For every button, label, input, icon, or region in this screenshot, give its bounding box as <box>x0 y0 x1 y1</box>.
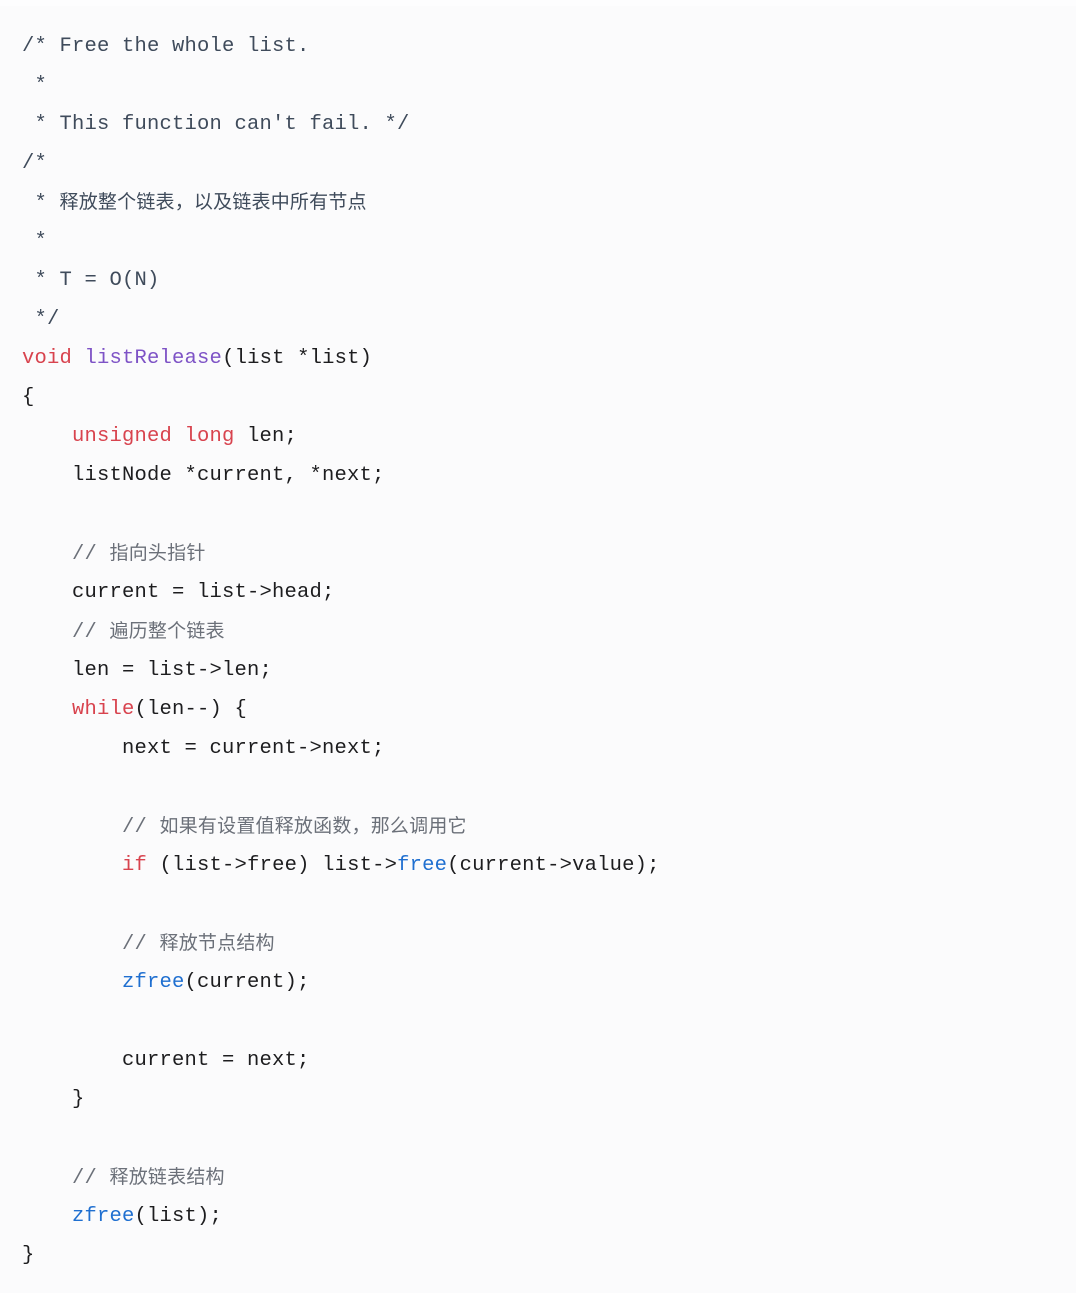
code-token-plain: (len--) { <box>134 698 248 721</box>
code-token-linecomment: 指向头指针 <box>109 542 206 564</box>
code-token-keyword: unsigned long <box>72 425 235 448</box>
code-line: // 遍历整个链表 <box>22 612 1076 651</box>
code-line: // 指向头指针 <box>22 534 1076 573</box>
code-line: */ <box>22 300 1076 339</box>
code-token-blockcomment: * T = O(N) <box>22 269 160 292</box>
code-token-blockcomment: * <box>22 192 60 215</box>
code-line: ​ <box>22 1119 1076 1158</box>
code-token-plain: current = list->head; <box>22 581 335 604</box>
code-token-linecomment: 遍历整个链表 <box>109 620 225 642</box>
code-token-linecomment: // <box>22 1167 110 1190</box>
code-token-linecomment: 释放节点结构 <box>159 932 275 954</box>
code-line: len = list->len; <box>22 651 1076 690</box>
code-token-plain: (list->free) list-> <box>147 854 398 877</box>
code-line: * <box>22 66 1076 105</box>
code-line: zfree(current); <box>22 963 1076 1002</box>
code-line: ​ <box>22 495 1076 534</box>
code-line: // 释放节点结构 <box>22 924 1076 963</box>
code-token-keyword: while <box>72 698 135 721</box>
code-token-plain: } <box>22 1088 85 1111</box>
code-line: current = next; <box>22 1041 1076 1080</box>
top-edge-band <box>0 0 1076 6</box>
code-line: // 如果有设置值释放函数，那么调用它 <box>22 807 1076 846</box>
code-token-plain: (current); <box>184 971 310 994</box>
code-line: /* <box>22 144 1076 183</box>
code-line: ​ <box>22 768 1076 807</box>
code-token-function: listRelease <box>84 347 223 370</box>
code-line: zfree(list); <box>22 1197 1076 1236</box>
code-token-linecomment: 如果有设置值释放函数，那么调用它 <box>159 815 467 837</box>
code-token-plain: len; <box>234 425 298 448</box>
code-line: { <box>22 378 1076 417</box>
code-line: * <box>22 222 1076 261</box>
code-token-linecomment: // <box>22 543 110 566</box>
code-token-blockcomment: /* Free the whole list. <box>22 35 310 58</box>
code-line: * 释放整个链表，以及链表中所有节点 <box>22 183 1076 222</box>
code-token-call: zfree <box>72 1205 135 1228</box>
code-line: if (list->free) list->free(current->valu… <box>22 846 1076 885</box>
code-line: current = list->head; <box>22 573 1076 612</box>
code-line: next = current->next; <box>22 729 1076 768</box>
code-line: listNode *current, *next; <box>22 456 1076 495</box>
code-line: /* Free the whole list. <box>22 27 1076 66</box>
code-token-plain: (list *list) <box>222 347 373 370</box>
code-token-blockcomment: * <box>22 230 48 253</box>
code-line: while(len--) { <box>22 690 1076 729</box>
code-line: ​ <box>22 1002 1076 1041</box>
code-block[interactable]: /* Free the whole list. * * This functio… <box>0 13 1076 1275</box>
code-token-plain: current = next; <box>22 1049 310 1072</box>
code-token-blockcomment: */ <box>22 308 60 331</box>
code-token-plain: (current->value); <box>447 854 660 877</box>
code-token-linecomment: 释放链表结构 <box>109 1166 225 1188</box>
code-line: unsigned long len; <box>22 417 1076 456</box>
code-token-plain: { <box>22 386 35 409</box>
code-line: * This function can't fail. */ <box>22 105 1076 144</box>
code-token-blockcomment: 释放整个链表，以及链表中所有节点 <box>59 191 367 213</box>
code-line: ​ <box>22 885 1076 924</box>
code-token-plain: next = current->next; <box>22 737 385 760</box>
code-token-plain: (list); <box>134 1205 223 1228</box>
code-token-call: free <box>397 854 448 877</box>
code-line: * T = O(N) <box>22 261 1076 300</box>
code-token-plain: } <box>22 1244 35 1267</box>
code-token-linecomment: // <box>22 621 110 644</box>
code-token-plain: listNode *current, *next; <box>22 464 385 487</box>
code-line: } <box>22 1236 1076 1275</box>
code-token-blockcomment: * This function can't fail. */ <box>22 113 410 136</box>
code-token-keyword: if <box>122 854 148 877</box>
code-token-linecomment: // <box>22 816 160 839</box>
code-token-linecomment: // <box>22 933 160 956</box>
code-line: // 释放链表结构 <box>22 1158 1076 1197</box>
code-line: } <box>22 1080 1076 1119</box>
code-token-plain: len = list->len; <box>22 659 273 682</box>
code-token-blockcomment: * <box>22 74 48 97</box>
code-line: void listRelease(list *list) <box>22 339 1076 378</box>
code-token-keyword: void <box>22 347 73 370</box>
code-token-call: zfree <box>122 971 185 994</box>
code-token-blockcomment: /* <box>22 152 48 175</box>
